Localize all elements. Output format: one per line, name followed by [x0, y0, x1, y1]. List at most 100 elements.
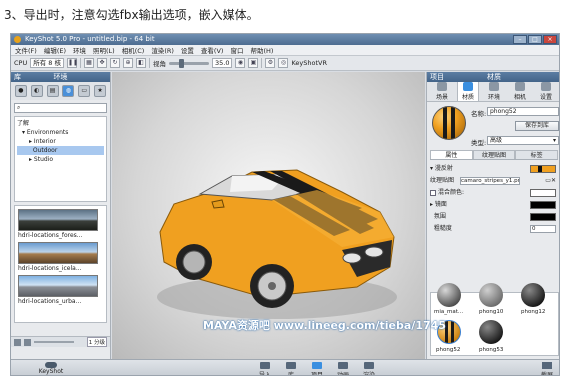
environment-thumbnail[interactable]: [18, 275, 98, 297]
window-title: KeyShot 5.0 Pro - untitled.bip - 64 bit: [25, 35, 155, 43]
folder-icon[interactable]: ▭✕: [545, 175, 556, 186]
library-tabs: ● ◐ ▤ ◍ ▭ ★: [11, 82, 110, 100]
environment-thumbnail[interactable]: [18, 242, 98, 264]
subtab-texture[interactable]: 纹理贴图: [472, 150, 516, 159]
tree-item-interior[interactable]: ▸ Interior: [17, 137, 104, 146]
nav-animation[interactable]: 动画: [334, 362, 352, 375]
menu-help[interactable]: 帮助(H): [250, 45, 273, 55]
diffuse-swatch[interactable]: [530, 165, 556, 173]
specular-swatch[interactable]: [530, 201, 556, 209]
thumbnail-size-slider[interactable]: [34, 341, 74, 343]
keyshot-cloud-button[interactable]: KeyShot Cloud: [31, 362, 71, 375]
tab-environment[interactable]: 环境: [483, 82, 505, 101]
material-subtabs: 属性 纹理贴图 标签: [430, 150, 559, 160]
tab-scene[interactable]: 场景: [431, 82, 453, 101]
ambient-label: 氛围: [433, 213, 446, 220]
diffuse-row: ▾ 漫反射: [430, 163, 558, 175]
texture-file-field[interactable]: camaro_stripes_y1.png: [460, 177, 520, 185]
render-viewport[interactable]: [112, 72, 425, 359]
tab-material[interactable]: 材质: [457, 81, 479, 101]
specular-label: 镜面: [434, 201, 447, 208]
ambient-swatch[interactable]: [530, 213, 556, 221]
settings-icon[interactable]: ⚙: [265, 58, 276, 68]
name-label: 名称:: [471, 110, 487, 118]
tree-item-download[interactable]: 了解: [17, 119, 104, 128]
gear-icon: [541, 82, 551, 91]
nav-import[interactable]: 导入: [256, 362, 274, 375]
tree-item-studio[interactable]: ▸ Studio: [17, 155, 104, 164]
menu-window[interactable]: 窗口: [230, 45, 243, 55]
subtab-labels[interactable]: 标签: [515, 150, 559, 159]
fov-input[interactable]: 35.0: [212, 58, 233, 68]
keyshotvr-label[interactable]: KeyShotVR: [291, 59, 327, 67]
save-to-library-button[interactable]: 保存到库: [515, 121, 559, 131]
menu-camera[interactable]: 相机(C): [122, 45, 145, 55]
menu-environment[interactable]: 环境: [73, 45, 86, 55]
grid-view-icon[interactable]: [14, 338, 21, 346]
keyshotvr-icon[interactable]: ◎: [278, 58, 289, 68]
tree-item-environments[interactable]: ▾ Environments: [17, 128, 104, 137]
library-tab-environments[interactable]: ◍: [62, 85, 75, 97]
library-footer: 1 分级: [11, 336, 110, 347]
library-tab-colors[interactable]: ◐: [30, 85, 43, 97]
rotate-icon[interactable]: ↻: [110, 58, 120, 68]
environment-icon: [489, 82, 499, 91]
menu-render[interactable]: 渲染(R): [151, 45, 174, 55]
material-thumb-label: phong10: [479, 309, 504, 315]
material-name-input[interactable]: phong52: [487, 107, 559, 116]
close-button[interactable]: ×: [543, 35, 557, 44]
material-type-select[interactable]: 高级: [487, 136, 559, 145]
menu-settings[interactable]: 设置: [181, 45, 194, 55]
library-tab-backplates[interactable]: ▭: [78, 85, 91, 97]
import-icon: [260, 362, 270, 369]
library-tab-textures[interactable]: ▤: [46, 85, 59, 97]
menu-view[interactable]: 查看(V): [201, 45, 224, 55]
library-search-input[interactable]: ⌕: [14, 103, 107, 113]
camera-icon[interactable]: ◉: [235, 58, 246, 68]
grid-icon[interactable]: ▦: [84, 58, 94, 68]
mix-color-swatch[interactable]: [530, 189, 556, 197]
material-thumb[interactable]: [479, 283, 503, 307]
material-thumb[interactable]: [521, 283, 545, 307]
animation-icon: [338, 362, 348, 369]
material-thumb[interactable]: [437, 283, 461, 307]
maximize-button[interactable]: □: [528, 35, 542, 44]
screenshot-icon: [541, 362, 552, 369]
render-icon: [364, 362, 374, 369]
screenshot-button[interactable]: 截屏: [541, 362, 553, 375]
mix-color-label: 混合颜色:: [438, 189, 465, 196]
material-thumb-label: mia_mat...: [434, 309, 464, 315]
nav-render[interactable]: 渲染: [360, 362, 378, 375]
project-title: 材质: [487, 73, 501, 81]
specular-row: ▸ 镜面: [430, 199, 558, 211]
list-view-icon[interactable]: [24, 338, 31, 346]
menu-lighting[interactable]: 照明(L): [93, 45, 115, 55]
menu-file[interactable]: 文件(F): [15, 45, 37, 55]
tree-item-outdoor[interactable]: Outdoor: [17, 146, 104, 155]
move-icon[interactable]: ✥: [97, 58, 107, 68]
roughness-input[interactable]: 0: [530, 225, 556, 233]
library-tab-favorites[interactable]: ★: [94, 85, 107, 97]
library-tab-materials[interactable]: ●: [14, 85, 27, 97]
zoom-icon[interactable]: ⊕: [123, 58, 133, 68]
nav-library[interactable]: 库: [282, 362, 300, 375]
roughness-row: 粗糙度 0: [430, 223, 558, 235]
tab-camera[interactable]: 相机: [509, 82, 531, 101]
fov-slider[interactable]: [169, 58, 209, 68]
material-thumb[interactable]: [479, 320, 503, 344]
project-panel: 项目 材质 场景 材质 环境 相机 设置 名称: phong52 保存到库 类型…: [426, 72, 559, 359]
pause-icon[interactable]: ❚❚: [67, 58, 78, 68]
screenshot-icon[interactable]: ▣: [248, 58, 259, 68]
subtab-properties[interactable]: 属性: [430, 150, 473, 159]
watermark: MAYA资源吧 www.lineeg.com/tieba/1745: [203, 319, 446, 332]
environment-thumbnail[interactable]: [18, 209, 98, 231]
cpu-cores-select[interactable]: 所有 8 核: [30, 58, 64, 68]
tab-settings[interactable]: 设置: [535, 82, 557, 101]
nav-project[interactable]: 项目: [308, 362, 326, 375]
minimize-button[interactable]: –: [513, 35, 527, 44]
perspective-icon[interactable]: ◧: [136, 58, 146, 68]
material-properties: ▾ 漫反射 纹理贴图 camaro_stripes_y1.png ▭✕ 混合颜色…: [427, 160, 559, 238]
scene-icon: [437, 82, 447, 91]
menu-edit[interactable]: 编辑(E): [44, 45, 66, 55]
mix-color-checkbox[interactable]: [430, 189, 436, 196]
